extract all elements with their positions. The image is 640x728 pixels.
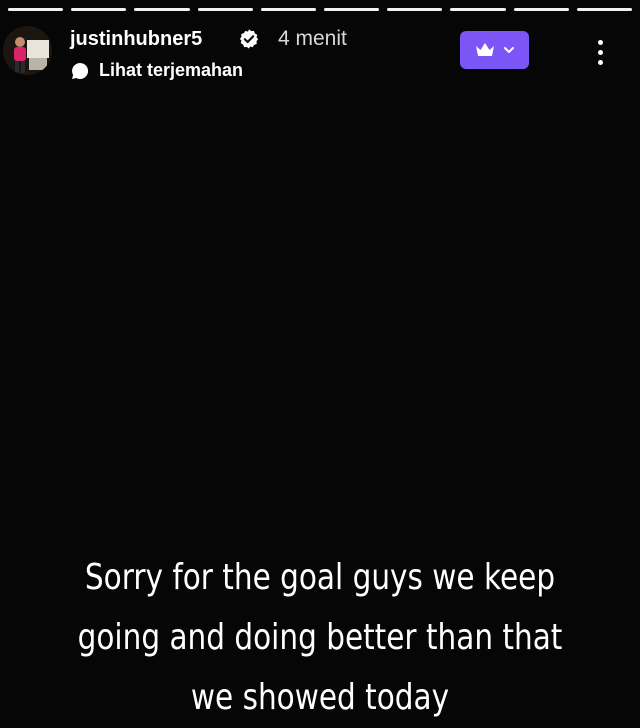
story-progress-bar (8, 8, 633, 11)
avatar-photo (3, 26, 52, 75)
story-progress-segment (8, 8, 64, 11)
verified-badge-icon (239, 29, 259, 49)
story-progress-segment (387, 8, 443, 11)
username[interactable]: justinhubner5 (70, 28, 202, 51)
see-translation-label: Lihat terjemahan (99, 60, 244, 80)
story-progress-segment (450, 8, 506, 11)
story-progress-segment (260, 8, 317, 11)
story-header: justinhubner5 4 menit Lihat terjemahan (0, 22, 640, 86)
user-avatar[interactable] (3, 26, 52, 75)
see-translation-link[interactable]: Lihat terjemahan (70, 60, 243, 81)
vertical-ellipsis-icon (597, 39, 603, 45)
post-time: 4 menit (278, 27, 347, 50)
story-caption-text: Sorry for the goal guys we keep going an… (77, 557, 563, 718)
story-progress-segment (197, 8, 253, 11)
more-options-button[interactable] (588, 32, 612, 72)
crown-icon (475, 43, 494, 56)
premium-dropdown-button[interactable] (460, 31, 529, 69)
vertical-ellipsis-icon (597, 49, 603, 55)
story-progress-segment (513, 8, 569, 11)
vertical-ellipsis-icon (597, 59, 603, 65)
story-viewer[interactable]: justinhubner5 4 menit Lihat terjemahan S… (0, 0, 640, 727)
story-progress-segment (324, 8, 380, 11)
speech-bubble-icon (72, 62, 89, 79)
story-progress-segment (71, 8, 127, 11)
chevron-down-icon (503, 47, 514, 53)
story-progress-segment (134, 8, 190, 11)
story-progress-segment (576, 8, 633, 11)
